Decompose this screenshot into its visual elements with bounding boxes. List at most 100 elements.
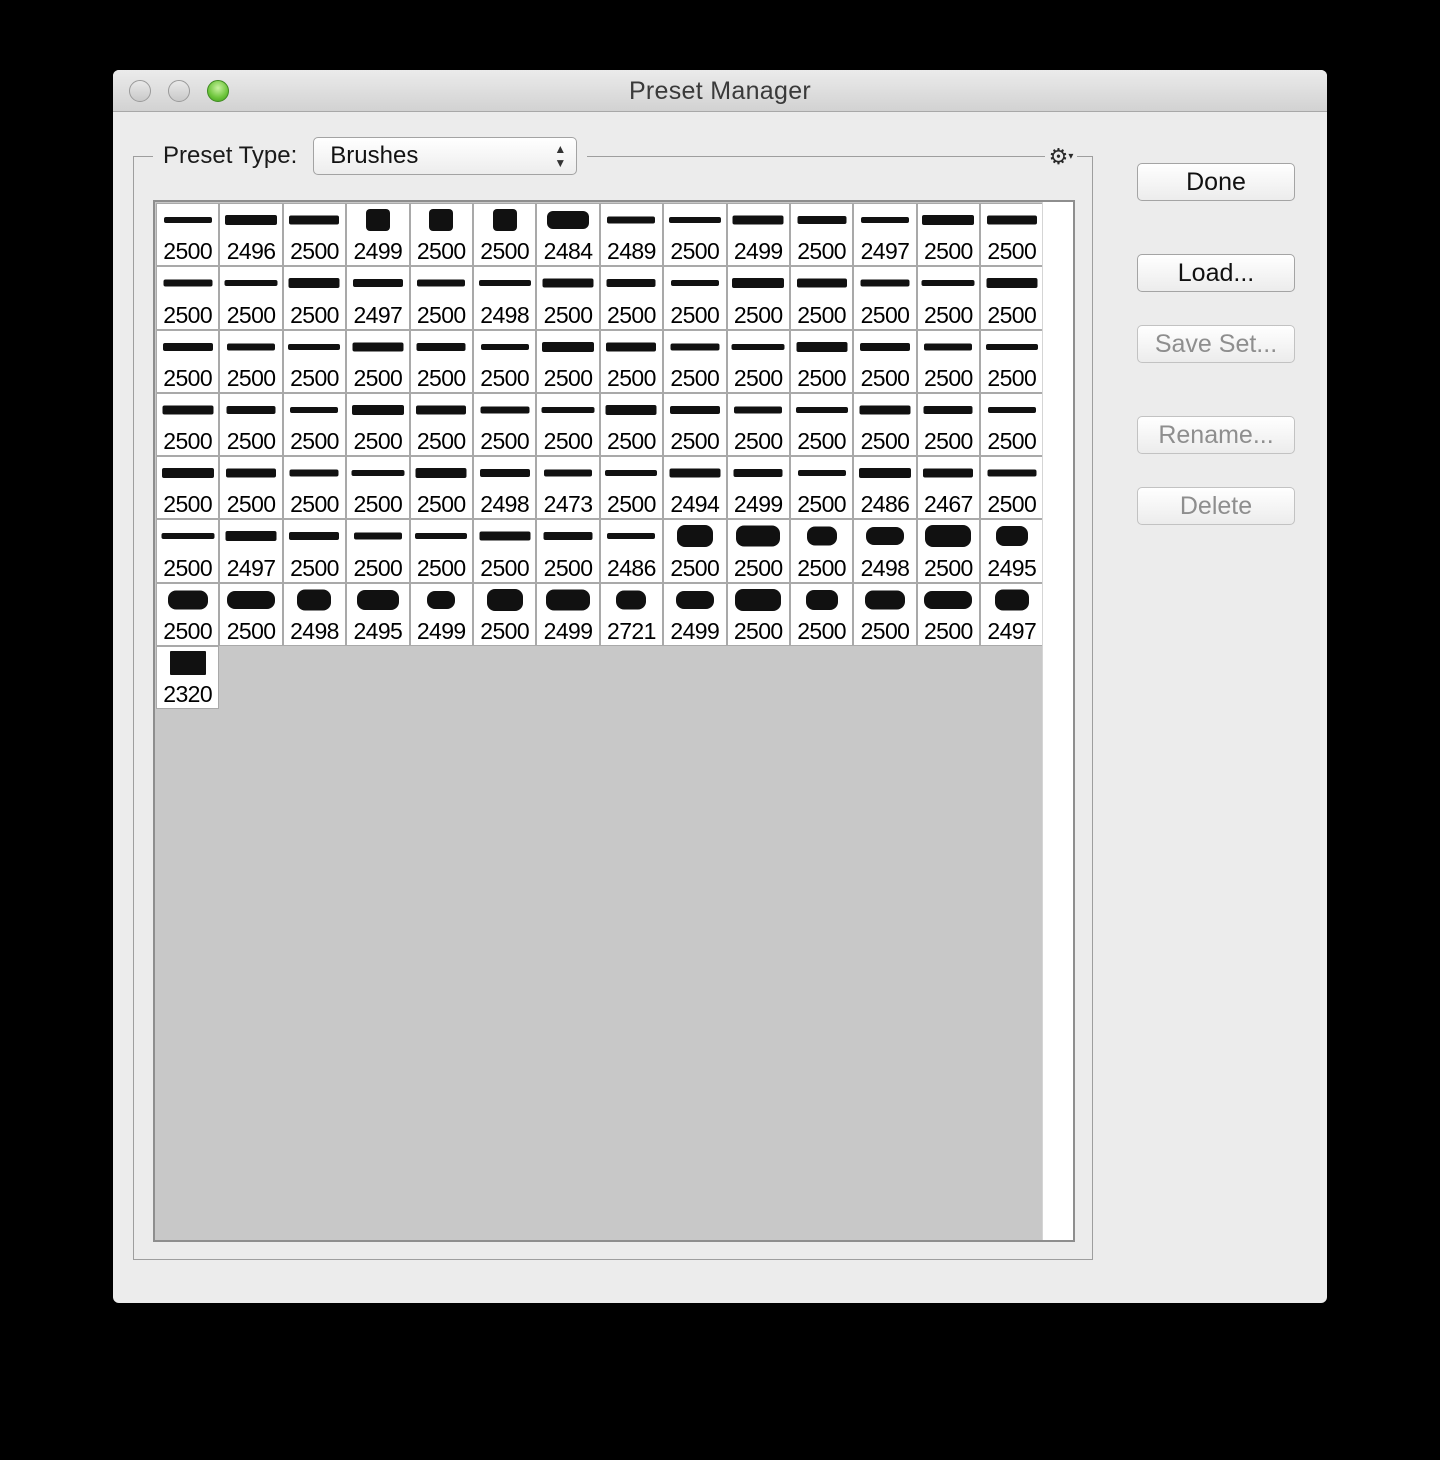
brush-preset-cell[interactable]: 2500	[282, 519, 347, 583]
brush-preset-cell[interactable]: 2500	[472, 329, 537, 393]
brush-preset-cell[interactable]: 2500	[156, 266, 220, 330]
brush-preset-cell[interactable]: 2500	[916, 582, 981, 647]
brush-preset-cell[interactable]: 2500	[980, 266, 1044, 330]
brush-preset-cell[interactable]: 2500	[156, 203, 220, 267]
brush-preset-cell[interactable]: 2473	[536, 456, 600, 520]
brush-preset-cell[interactable]: 2500	[789, 456, 854, 520]
brush-preset-cell[interactable]: 2500	[916, 392, 981, 457]
brush-preset-cell[interactable]: 2486	[599, 519, 664, 583]
brush-preset-cell[interactable]: 2500	[409, 266, 473, 330]
brush-preset-cell[interactable]: 2500	[916, 203, 981, 267]
brush-preset-cell[interactable]: 2500	[789, 519, 854, 583]
brush-preset-cell[interactable]: 2500	[536, 392, 600, 457]
brush-preset-cell[interactable]: 2497	[219, 519, 283, 583]
brush-preset-cell[interactable]: 2500	[789, 582, 854, 647]
brush-preset-cell[interactable]: 2500	[980, 456, 1044, 520]
brush-preset-cell[interactable]: 2500	[599, 392, 664, 457]
brush-preset-cell[interactable]: 2500	[726, 329, 790, 393]
brush-preset-cell[interactable]: 2500	[409, 203, 473, 267]
brush-preset-cell[interactable]: 2498	[472, 266, 537, 330]
brush-preset-cell[interactable]: 2500	[219, 329, 283, 393]
scrollbar-track[interactable]	[1042, 202, 1073, 1240]
save-set-button[interactable]: Save Set...	[1137, 325, 1295, 363]
brush-preset-cell[interactable]: 2500	[156, 456, 220, 520]
brush-preset-cell[interactable]: 2500	[853, 266, 917, 330]
brush-preset-cell[interactable]: 2500	[409, 392, 473, 457]
brush-preset-cell[interactable]: 2500	[789, 392, 854, 457]
brush-preset-cell[interactable]: 2467	[916, 456, 981, 520]
brush-preset-cell[interactable]: 2495	[980, 519, 1044, 583]
brush-preset-cell[interactable]: 2500	[726, 519, 790, 583]
brush-preset-cell[interactable]: 2500	[282, 203, 347, 267]
brush-preset-cell[interactable]: 2500	[156, 582, 220, 647]
title-bar[interactable]: Preset Manager	[113, 70, 1327, 112]
gear-icon[interactable]: ⚙▾	[1045, 145, 1077, 169]
brush-preset-cell[interactable]: 2498	[472, 456, 537, 520]
brush-preset-cell[interactable]: 2500	[409, 456, 473, 520]
brush-preset-cell[interactable]: 2500	[219, 392, 283, 457]
brush-preset-cell[interactable]: 2500	[663, 203, 727, 267]
brush-preset-cell[interactable]: 2500	[346, 392, 410, 457]
brush-preset-cell[interactable]: 2500	[409, 329, 473, 393]
brush-preset-cell[interactable]: 2500	[789, 203, 854, 267]
brush-preset-cell[interactable]: 2500	[409, 519, 473, 583]
brush-preset-cell[interactable]: 2500	[536, 329, 600, 393]
brush-preset-cell[interactable]: 2500	[536, 266, 600, 330]
brush-preset-cell[interactable]: 2500	[219, 456, 283, 520]
brush-preset-cell[interactable]: 2500	[536, 519, 600, 583]
brush-preset-cell[interactable]: 2499	[409, 582, 473, 647]
brush-preset-cell[interactable]: 2500	[663, 392, 727, 457]
brush-preset-cell[interactable]: 2499	[726, 203, 790, 267]
brush-preset-cell[interactable]: 2500	[916, 329, 981, 393]
brush-preset-cell[interactable]: 2500	[156, 519, 220, 583]
brush-preset-cell[interactable]: 2500	[726, 392, 790, 457]
brush-preset-cell[interactable]: 2500	[853, 329, 917, 393]
delete-button[interactable]: Delete	[1137, 487, 1295, 525]
brush-preset-cell[interactable]: 2500	[853, 582, 917, 647]
brush-preset-cell[interactable]: 2497	[853, 203, 917, 267]
brush-preset-cell[interactable]: 2494	[663, 456, 727, 520]
brush-preset-cell[interactable]: 2500	[726, 266, 790, 330]
brush-preset-cell[interactable]: 2500	[156, 329, 220, 393]
brush-preset-cell[interactable]: 2500	[346, 519, 410, 583]
brush-preset-cell[interactable]: 2497	[346, 266, 410, 330]
brush-preset-cell[interactable]: 2500	[916, 266, 981, 330]
brush-preset-cell[interactable]: 2500	[346, 456, 410, 520]
brush-preset-cell[interactable]: 2498	[282, 582, 347, 647]
brush-preset-cell[interactable]: 2497	[980, 582, 1044, 647]
brush-preset-cell[interactable]: 2498	[853, 519, 917, 583]
brush-preset-cell[interactable]: 2500	[916, 519, 981, 583]
brush-preset-cell[interactable]: 2496	[219, 203, 283, 267]
brush-preset-cell[interactable]: 2499	[663, 582, 727, 647]
brush-preset-cell[interactable]: 2484	[536, 203, 600, 267]
brush-preset-cell[interactable]: 2499	[726, 456, 790, 520]
brush-preset-cell[interactable]: 2500	[663, 329, 727, 393]
brush-preset-cell[interactable]: 2500	[282, 329, 347, 393]
rename-button[interactable]: Rename...	[1137, 416, 1295, 454]
brush-preset-cell[interactable]: 2499	[346, 203, 410, 267]
brush-preset-cell[interactable]: 2500	[346, 329, 410, 393]
brush-preset-cell[interactable]: 2500	[599, 329, 664, 393]
brush-preset-cell[interactable]: 2500	[472, 392, 537, 457]
brush-preset-cell[interactable]: 2500	[789, 329, 854, 393]
preset-type-select[interactable]: Brushes ▲ ▼	[313, 137, 578, 175]
brush-preset-cell[interactable]: 2495	[346, 582, 410, 647]
brush-preset-cell[interactable]: 2500	[599, 266, 664, 330]
brush-preset-cell[interactable]: 2500	[663, 519, 727, 583]
brush-preset-cell[interactable]: 2500	[472, 203, 537, 267]
brush-preset-cell[interactable]: 2500	[726, 582, 790, 647]
brush-preset-cell[interactable]: 2500	[980, 329, 1044, 393]
brush-preset-cell[interactable]: 2500	[599, 456, 664, 520]
brush-preset-cell[interactable]: 2500	[789, 266, 854, 330]
brush-preset-cell[interactable]: 2500	[980, 392, 1044, 457]
load-button[interactable]: Load...	[1137, 254, 1295, 292]
brush-preset-cell[interactable]: 2500	[472, 582, 537, 647]
brush-preset-cell[interactable]: 2500	[282, 266, 347, 330]
brush-preset-cell[interactable]: 2500	[980, 203, 1044, 267]
brush-preset-cell[interactable]: 2500	[282, 456, 347, 520]
brush-preset-cell[interactable]: 2500	[219, 582, 283, 647]
brush-preset-cell[interactable]: 2500	[219, 266, 283, 330]
brush-preset-cell[interactable]: 2500	[156, 392, 220, 457]
brush-preset-cell[interactable]: 2500	[663, 266, 727, 330]
brush-preset-cell[interactable]: 2721	[599, 582, 664, 647]
